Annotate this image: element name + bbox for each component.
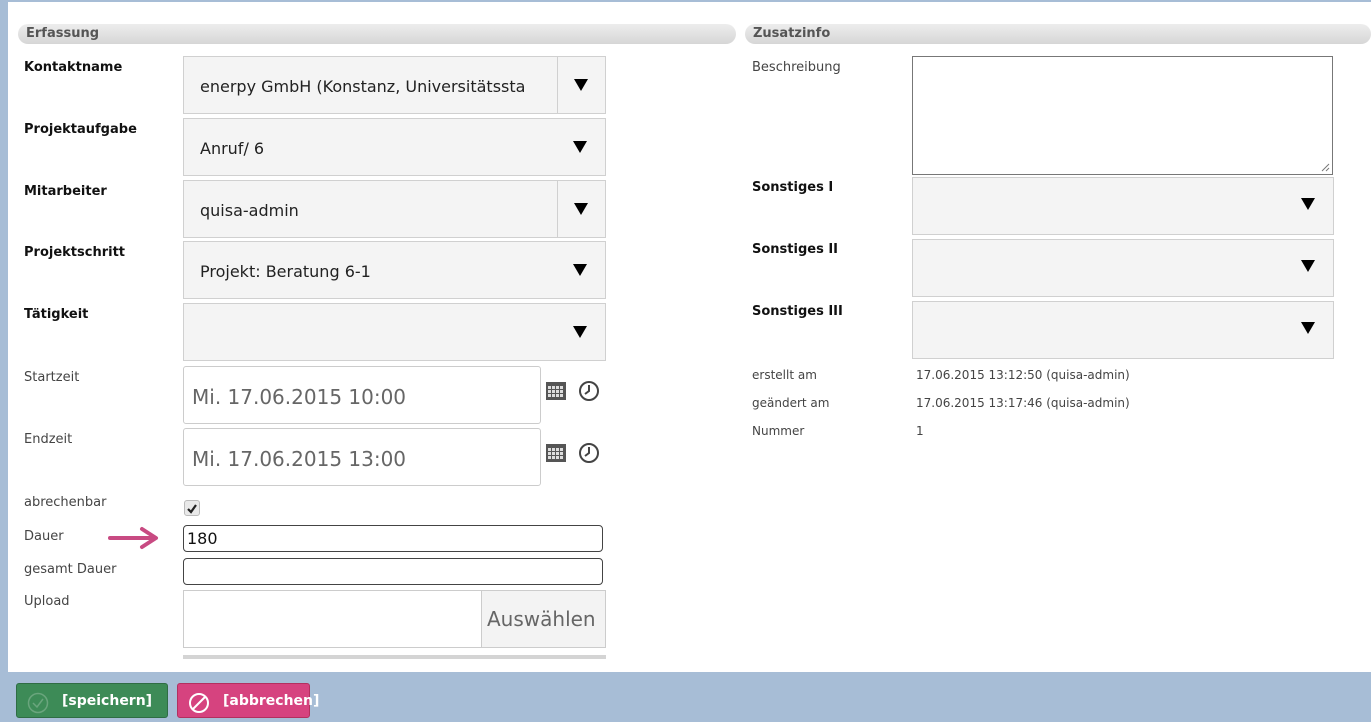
check-icon [187, 504, 197, 514]
label-erstellt-am: erstellt am [752, 368, 817, 382]
erstellt-am-value: 17.06.2015 13:12:50 (quisa-admin) [916, 368, 1130, 382]
section-header-zusatzinfo: Zusatzinfo [745, 24, 1371, 44]
sonstiges-1-select[interactable] [912, 177, 1334, 235]
chevron-down-icon [574, 203, 588, 215]
sonstiges-2-select[interactable] [912, 239, 1334, 297]
label-upload: Upload [24, 594, 70, 609]
dauer-input[interactable]: 180 [183, 525, 603, 552]
endzeit-input[interactable]: Mi. 17.06.2015 13:00 [183, 428, 541, 486]
section-header-erfassung: Erfassung [18, 24, 736, 44]
startzeit-value: Mi. 17.06.2015 10:00 [192, 385, 407, 409]
label-startzeit: Startzeit [24, 370, 80, 385]
upload-progress-track [183, 655, 606, 659]
sonstiges-3-select[interactable] [912, 301, 1334, 359]
save-button[interactable]: [speichern] [16, 683, 168, 718]
label-endzeit: Endzeit [24, 432, 73, 447]
kontaktname-select[interactable]: enerpy GmbH (Konstanz, Universitätssta [183, 56, 606, 114]
upload-field[interactable]: Auswählen [183, 590, 606, 648]
projektaufgabe-select[interactable]: Anruf/ 6 [183, 118, 606, 176]
chevron-down-icon [1301, 322, 1315, 334]
gesamt-dauer-input[interactable] [183, 558, 603, 585]
projektschritt-value: Projekt: Beratung 6-1 [200, 262, 371, 281]
chevron-down-icon [574, 79, 588, 91]
label-sonstiges-1: Sonstiges I [752, 180, 834, 195]
resize-handle-icon[interactable] [1320, 162, 1330, 172]
chevron-down-icon [573, 141, 587, 153]
label-kontaktname: Kontaktname [24, 60, 123, 75]
label-taetigkeit: Tätigkeit [24, 307, 89, 322]
label-dauer: Dauer [24, 529, 64, 544]
sonstiges-1-dropdown-button[interactable] [1285, 178, 1333, 234]
label-projektaufgabe: Projektaufgabe [24, 122, 137, 137]
save-button-label: [speichern] [62, 693, 153, 709]
upload-select-button[interactable]: Auswählen [481, 591, 605, 647]
clock-icon[interactable] [578, 442, 600, 464]
kontaktname-dropdown-button[interactable] [557, 57, 605, 113]
startzeit-input[interactable]: Mi. 17.06.2015 10:00 [183, 366, 541, 424]
label-mitarbeiter: Mitarbeiter [24, 184, 107, 199]
taetigkeit-select[interactable] [183, 303, 606, 361]
chevron-down-icon [573, 326, 587, 338]
chevron-down-icon [573, 264, 587, 276]
mitarbeiter-value: quisa-admin [200, 201, 299, 220]
endzeit-value: Mi. 17.06.2015 13:00 [192, 447, 407, 471]
arrow-right-icon [108, 526, 168, 550]
projektaufgabe-dropdown-button[interactable] [557, 119, 605, 175]
label-beschreibung: Beschreibung [752, 60, 841, 75]
mitarbeiter-select[interactable]: quisa-admin [183, 180, 606, 238]
label-projektschritt: Projektschritt [24, 245, 125, 260]
abrechenbar-checkbox[interactable] [184, 500, 200, 516]
beschreibung-textarea[interactable] [912, 56, 1333, 175]
projektschritt-select[interactable]: Projekt: Beratung 6-1 [183, 241, 606, 299]
taetigkeit-dropdown-button[interactable] [557, 304, 605, 360]
ban-icon [188, 692, 210, 714]
calendar-icon[interactable] [545, 381, 567, 401]
label-nummer: Nummer [752, 424, 805, 438]
label-sonstiges-2: Sonstiges II [752, 242, 839, 257]
sonstiges-3-dropdown-button[interactable] [1285, 302, 1333, 358]
cancel-button-label: [abbrechen] [223, 693, 320, 709]
label-geaendert-am: geändert am [752, 396, 830, 410]
geaendert-am-value: 17.06.2015 13:17:46 (quisa-admin) [916, 396, 1130, 410]
chevron-down-icon [1301, 260, 1315, 272]
label-sonstiges-3: Sonstiges III [752, 304, 843, 319]
projektaufgabe-value: Anruf/ 6 [200, 139, 265, 158]
label-abrechenbar: abrechenbar [24, 495, 107, 510]
projektschritt-dropdown-button[interactable] [557, 242, 605, 298]
cancel-button[interactable]: [abbrechen] [177, 683, 319, 718]
clock-icon[interactable] [578, 380, 600, 402]
chevron-down-icon [1301, 198, 1315, 210]
nummer-value: 1 [916, 424, 924, 438]
label-gesamt-dauer: gesamt Dauer [24, 562, 117, 577]
sonstiges-2-dropdown-button[interactable] [1285, 240, 1333, 296]
mitarbeiter-dropdown-button[interactable] [557, 181, 605, 237]
check-circle-icon [27, 692, 49, 714]
calendar-icon[interactable] [545, 443, 567, 463]
kontaktname-value: enerpy GmbH (Konstanz, Universitätssta [200, 77, 526, 96]
